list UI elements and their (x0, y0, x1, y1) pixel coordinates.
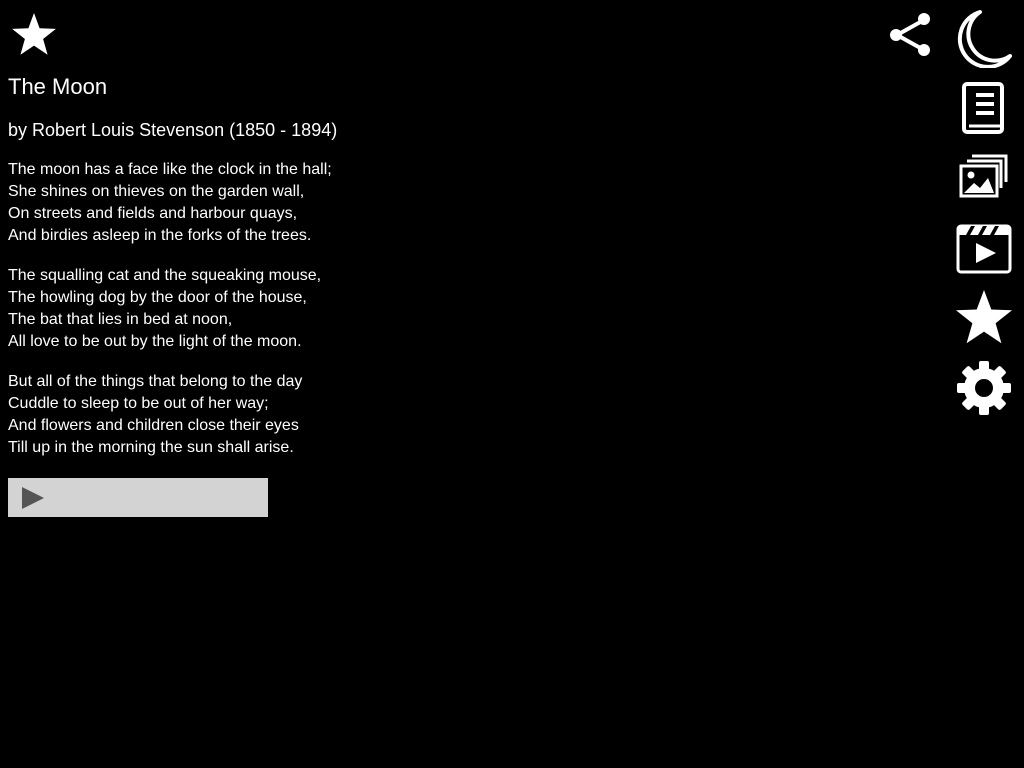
share-button[interactable] (886, 12, 934, 58)
poem-line: And flowers and children close their eye… (8, 417, 299, 434)
night-mode-button[interactable] (952, 8, 1016, 68)
poem-line: Cuddle to sleep to be out of her way; (8, 395, 269, 412)
gallery-icon (959, 154, 1008, 198)
sidebar (952, 8, 1016, 428)
book-button[interactable] (952, 78, 1016, 138)
poem-line: All love to be out by the light of the m… (8, 333, 302, 350)
star-icon (12, 13, 56, 55)
favorite-button[interactable] (10, 10, 58, 58)
poem-author: by Robert Louis Stevenson (1850 - 1894) (8, 120, 338, 140)
video-button[interactable] (952, 218, 1016, 278)
share-icon (890, 13, 930, 56)
poem-content: The Moon by Robert Louis Stevenson (1850… (8, 72, 708, 459)
gear-icon (957, 361, 1011, 415)
poem-line: But all of the things that belong to the… (8, 373, 303, 390)
poem-line: The bat that lies in bed at noon, (8, 311, 233, 328)
poem-line: The squalling cat and the squeaking mous… (8, 267, 322, 284)
moon-icon (957, 10, 1012, 68)
poem-screen: The Moon by Robert Louis Stevenson (1850… (0, 0, 1024, 768)
stanza-2: The squalling cat and the squeaking mous… (8, 265, 708, 353)
star-icon (956, 290, 1012, 344)
video-icon (956, 224, 1012, 274)
play-icon (22, 487, 44, 509)
gallery-button[interactable] (952, 148, 1016, 208)
poem-line: And birdies asleep in the forks of the t… (8, 227, 312, 244)
stanza-3: But all of the things that belong to the… (8, 371, 708, 459)
book-icon (962, 82, 1004, 134)
poem-line: The howling dog by the door of the house… (8, 289, 307, 306)
poem-line: The moon has a face like the clock in th… (8, 161, 332, 178)
poem-title: The Moon (8, 74, 108, 99)
audio-player (8, 478, 268, 517)
settings-button[interactable] (952, 358, 1016, 418)
stanza-1: The moon has a face like the clock in th… (8, 159, 708, 247)
poem-line: On streets and fields and harbour quays, (8, 205, 298, 222)
favorites-button[interactable] (952, 288, 1016, 348)
poem-line: She shines on thieves on the garden wall… (8, 183, 305, 200)
poem-line: Till up in the morning the sun shall ari… (8, 439, 294, 456)
play-button[interactable] (18, 484, 48, 512)
